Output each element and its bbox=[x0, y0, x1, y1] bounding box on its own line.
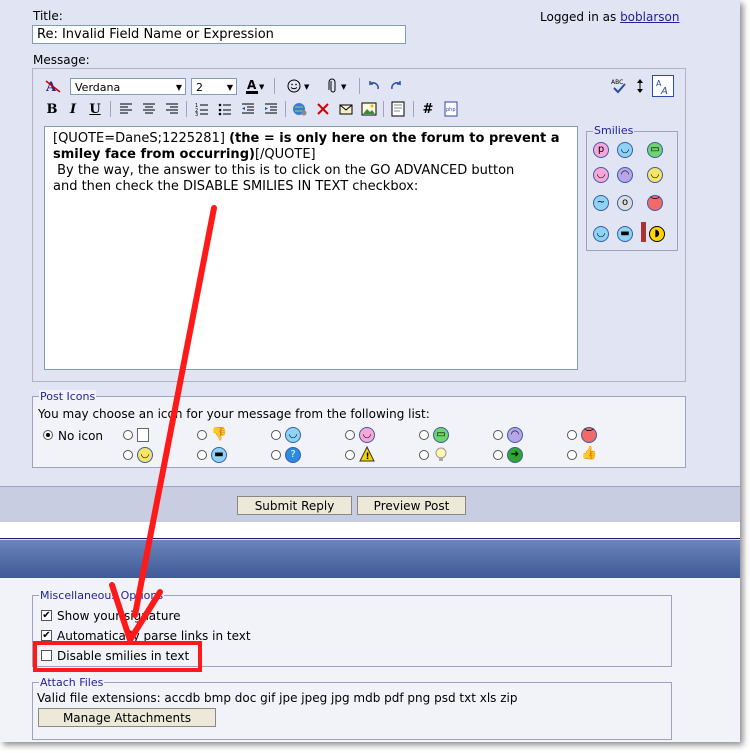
page-frame: Title: Logged in as boblarson Re: Invali… bbox=[0, 0, 740, 742]
annotation-arrow bbox=[109, 205, 217, 643]
